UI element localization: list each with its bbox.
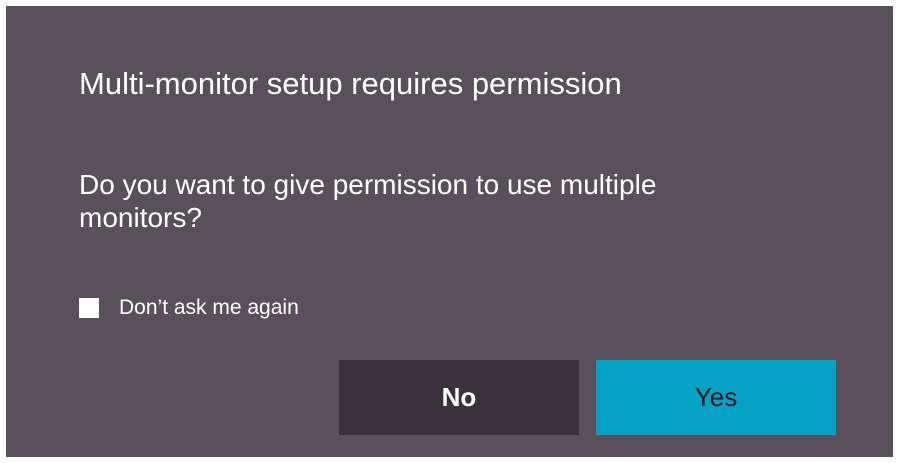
- dont-ask-again-label[interactable]: Don’t ask me again: [119, 295, 299, 321]
- permission-dialog: Multi-monitor setup requires permission …: [6, 6, 893, 457]
- dialog-message: Do you want to give permission to use mu…: [79, 169, 657, 233]
- yes-button[interactable]: Yes: [596, 360, 836, 435]
- dialog-title: Multi-monitor setup requires permission: [79, 66, 622, 101]
- dont-ask-again-checkbox[interactable]: [79, 298, 99, 318]
- dont-ask-again-row[interactable]: Don’t ask me again: [79, 295, 299, 321]
- no-button[interactable]: No: [339, 360, 579, 435]
